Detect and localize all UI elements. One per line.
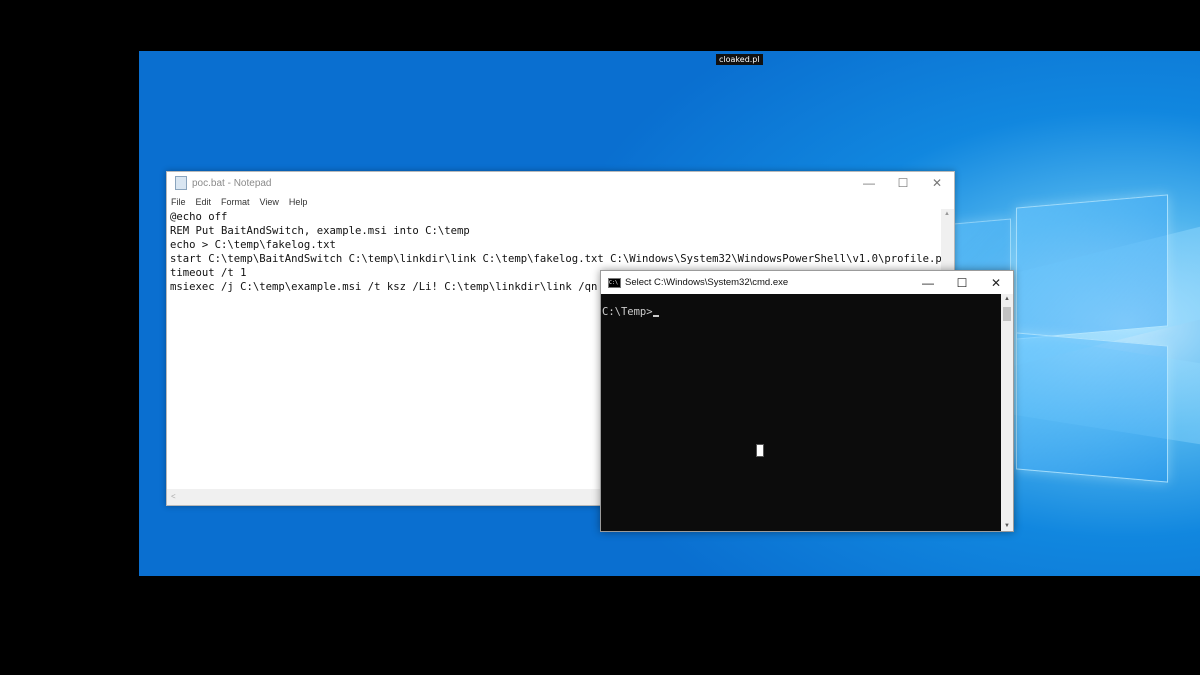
watermark: cloaked.pl bbox=[716, 54, 763, 65]
menu-format[interactable]: Format bbox=[221, 197, 250, 207]
vertical-scrollbar[interactable]: ▲ ▼ bbox=[1001, 294, 1013, 531]
notepad-title: poc.bat - Notepad bbox=[192, 177, 272, 189]
menu-view[interactable]: View bbox=[260, 197, 279, 207]
scroll-left-icon[interactable]: < bbox=[171, 492, 176, 501]
mouse-cursor-icon bbox=[756, 444, 764, 457]
minimize-button[interactable]: — bbox=[911, 271, 945, 294]
minimize-button[interactable]: — bbox=[852, 172, 886, 194]
cmd-icon: C:\ bbox=[608, 277, 621, 288]
notepad-titlebar[interactable]: poc.bat - Notepad — ☐ ✕ bbox=[167, 172, 954, 194]
cmd-console[interactable]: C:\Temp> bbox=[601, 294, 1001, 531]
text-line: REM Put BaitAndSwitch, example.msi into … bbox=[170, 225, 470, 237]
menu-edit[interactable]: Edit bbox=[196, 197, 212, 207]
cmd-prompt: C:\Temp> bbox=[602, 306, 653, 318]
text-line: echo > C:\temp\fakelog.txt bbox=[170, 239, 336, 251]
windows-logo-pane bbox=[1016, 332, 1168, 483]
close-button[interactable]: ✕ bbox=[979, 271, 1013, 294]
scroll-up-icon[interactable]: ▲ bbox=[1004, 296, 1010, 302]
cmd-titlebar[interactable]: C:\ Select C:\Windows\System32\cmd.exe —… bbox=[601, 271, 1013, 294]
menu-help[interactable]: Help bbox=[289, 197, 308, 207]
text-line: start C:\temp\BaitAndSwitch C:\temp\link… bbox=[170, 253, 941, 265]
cmd-window[interactable]: C:\ Select C:\Windows\System32\cmd.exe —… bbox=[600, 270, 1014, 532]
scrollbar-thumb[interactable] bbox=[1003, 307, 1011, 321]
text-cursor bbox=[652, 315, 659, 317]
cmd-title: Select C:\Windows\System32\cmd.exe bbox=[625, 277, 789, 288]
scroll-down-icon[interactable]: ▼ bbox=[1004, 523, 1010, 529]
menu-file[interactable]: File bbox=[171, 197, 186, 207]
notepad-icon bbox=[175, 176, 187, 190]
maximize-button[interactable]: ☐ bbox=[945, 271, 979, 294]
close-button[interactable]: ✕ bbox=[920, 172, 954, 194]
maximize-button[interactable]: ☐ bbox=[886, 172, 920, 194]
notepad-menubar: File Edit Format View Help bbox=[167, 194, 954, 209]
text-line: @echo off bbox=[170, 211, 228, 223]
windows-logo-pane bbox=[1016, 194, 1168, 340]
scroll-up-icon[interactable]: ▲ bbox=[944, 211, 950, 217]
